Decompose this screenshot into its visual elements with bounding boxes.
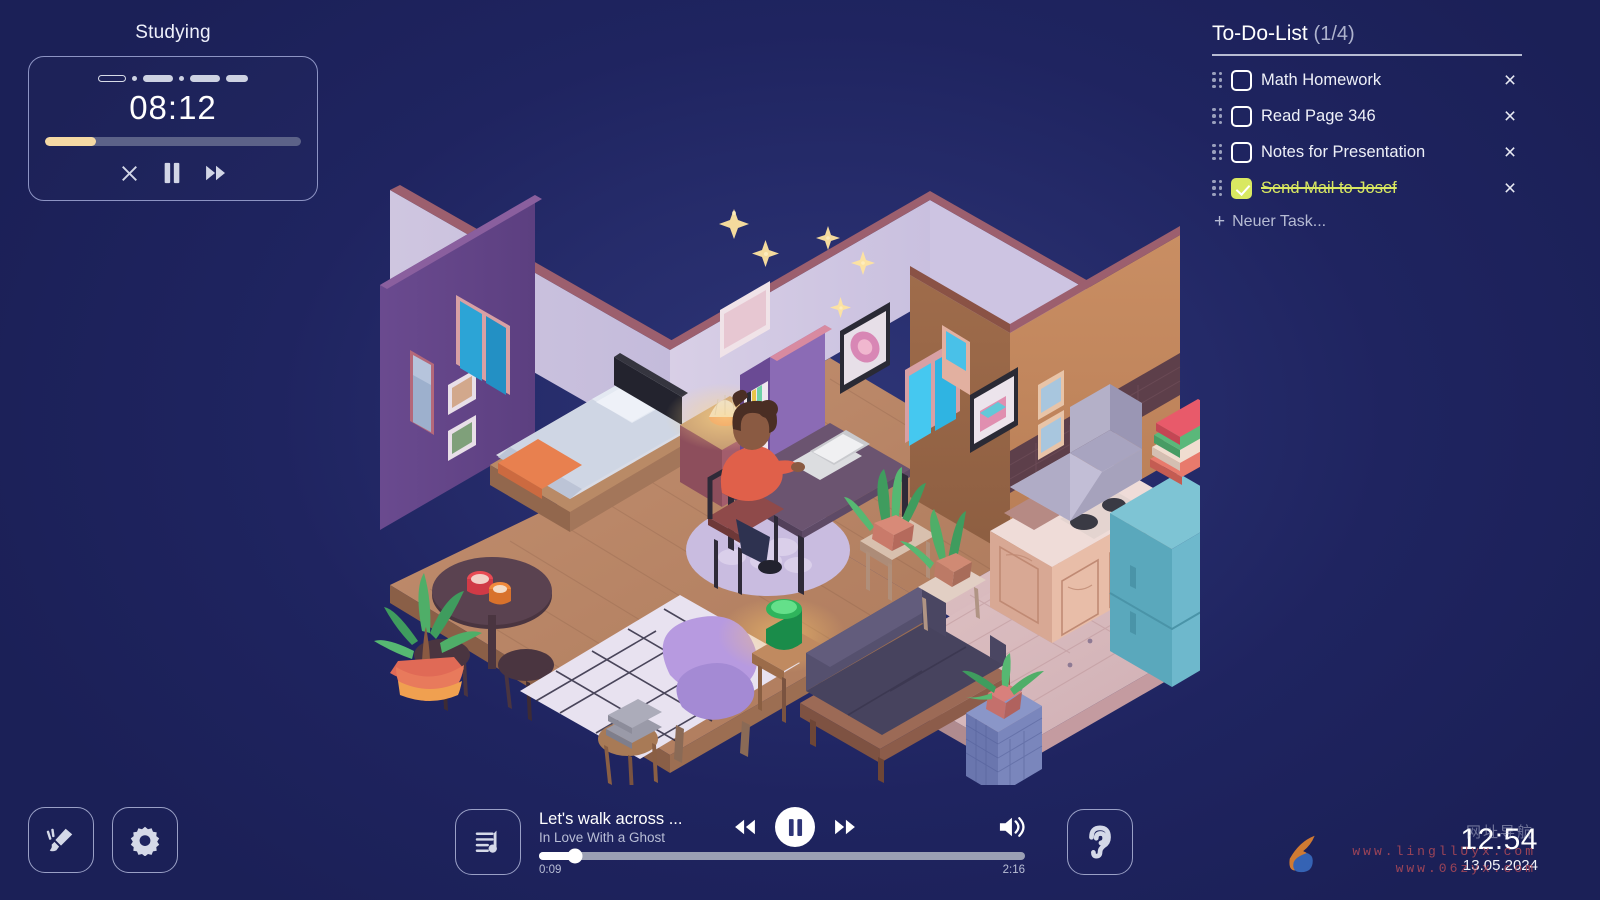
volume-button[interactable] [997, 815, 1025, 839]
seek-bar[interactable] [539, 848, 1025, 864]
music-player: Let's walk across ... In Love With a Gho… [455, 807, 1133, 876]
todo-checkbox[interactable] [1231, 141, 1252, 163]
todo-header: To-Do-List (1/4) [1212, 22, 1522, 46]
todo-checkbox[interactable] [1231, 69, 1252, 91]
pomodoro-timer-panel: Studying 08:12 [28, 22, 318, 201]
todo-item-label: Read Page 346 [1261, 106, 1376, 125]
drag-handle-icon[interactable] [1212, 71, 1222, 89]
session-label: Studying [135, 22, 211, 43]
session-segments [45, 71, 301, 85]
playlist-button[interactable] [455, 808, 521, 875]
gear-icon [130, 826, 160, 856]
todo-list-panel: To-Do-List (1/4) Math Homework × Read Pa… [1212, 22, 1522, 231]
timer-stop-button[interactable] [120, 164, 139, 183]
previous-track-button[interactable] [733, 818, 757, 836]
player-main: Let's walk across ... In Love With a Gho… [539, 807, 1025, 876]
rewind-icon [735, 819, 755, 835]
track-artist: In Love With a Ghost [539, 829, 666, 845]
seek-row: 0:09 2:16 [539, 848, 1025, 876]
seek-knob[interactable] [567, 848, 583, 864]
timer-pause-button[interactable] [163, 162, 181, 184]
clock-widget: 12:54 13.05.2024 [1460, 822, 1538, 874]
todo-count: (1/4) [1313, 23, 1355, 45]
todo-divider [1212, 54, 1522, 56]
todo-checkbox-checked[interactable] [1231, 177, 1252, 199]
add-task-button[interactable]: + Neuer Task... [1212, 212, 1522, 231]
todo-item-row[interactable]: Read Page 346 × [1212, 98, 1522, 134]
watermark-logo-icon [1289, 835, 1315, 873]
isometric-room-illustration [370, 95, 1200, 785]
todo-item-row[interactable]: Notes for Presentation × [1212, 134, 1522, 170]
timer-time-display: 08:12 [129, 89, 217, 126]
paintbrush-icon [46, 828, 73, 852]
todo-delete-icon[interactable]: × [1498, 106, 1522, 127]
fast-forward-icon [835, 819, 855, 835]
timer-card: 08:12 [28, 56, 318, 201]
drag-handle-icon[interactable] [1212, 179, 1222, 197]
player-top-row: Let's walk across ... In Love With a Gho… [539, 807, 1025, 847]
todo-item-label: Notes for Presentation [1261, 142, 1426, 161]
todo-item-row[interactable]: Math Homework × [1212, 62, 1522, 98]
segment-filled-short [226, 74, 248, 82]
segment-filled [143, 74, 173, 82]
next-track-button[interactable] [833, 818, 857, 836]
track-title: Let's walk across ... [539, 809, 683, 828]
track-meta: Let's walk across ... In Love With a Gho… [539, 810, 729, 845]
bottom-left-toolbar [28, 807, 178, 873]
customize-button[interactable] [28, 807, 94, 873]
segment-dot [179, 75, 184, 81]
timer-progress-fill [45, 137, 97, 146]
todo-checkbox[interactable] [1231, 105, 1252, 127]
settings-button[interactable] [112, 807, 178, 873]
todo-delete-icon[interactable]: × [1498, 178, 1522, 199]
plus-icon: + [1214, 211, 1226, 232]
segment-filled [190, 74, 220, 82]
playlist-icon [475, 830, 497, 853]
total-time: 2:16 [1002, 864, 1025, 876]
todo-item-label: Send Mail to Josef [1261, 178, 1397, 197]
timer-progress-bar[interactable] [45, 137, 301, 146]
clock-date: 13.05.2024 [1462, 857, 1538, 874]
ambient-sounds-button[interactable] [1067, 808, 1133, 875]
todo-item-label: Math Homework [1261, 70, 1382, 89]
todo-item-row[interactable]: Send Mail to Josef × [1212, 170, 1522, 206]
current-time: 0:09 [539, 864, 562, 876]
clock-time: 12:54 [1460, 822, 1538, 856]
timer-skip-button[interactable] [205, 164, 227, 182]
todo-delete-icon[interactable]: × [1498, 142, 1522, 163]
pause-icon [788, 818, 802, 836]
todo-delete-icon[interactable]: × [1498, 70, 1522, 91]
play-pause-button[interactable] [775, 807, 815, 847]
segment-current [98, 74, 126, 82]
segment-dot [132, 75, 137, 81]
timer-controls [45, 158, 301, 188]
player-controls [733, 807, 857, 847]
drag-handle-icon[interactable] [1212, 107, 1222, 125]
ear-icon [1089, 824, 1111, 859]
seek-times: 0:09 2:16 [539, 864, 1025, 876]
volume-icon [999, 817, 1025, 837]
drag-handle-icon[interactable] [1212, 143, 1222, 161]
todo-title: To-Do-List [1212, 22, 1308, 45]
add-task-label: Neuer Task... [1232, 212, 1327, 230]
